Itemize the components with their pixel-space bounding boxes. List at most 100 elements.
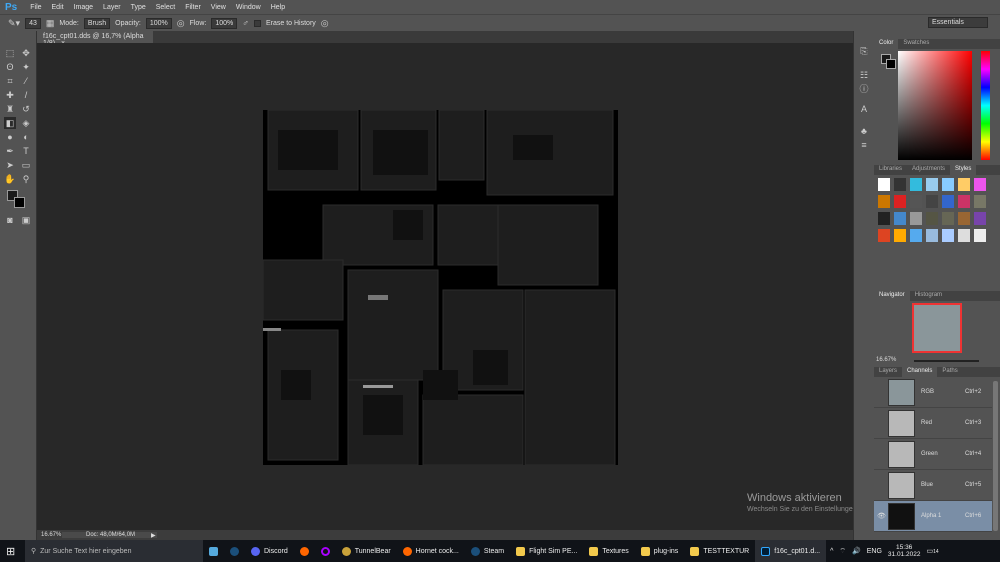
eraser-tool-icon[interactable]: ◧ xyxy=(4,117,16,129)
pressure-opacity-icon[interactable]: ◎ xyxy=(177,18,185,29)
style-swatch[interactable] xyxy=(894,212,906,225)
menu-edit[interactable]: Edit xyxy=(47,4,69,11)
taskbar-circle-app-icon[interactable] xyxy=(315,540,336,562)
channel-row-red[interactable]: Red Ctrl+3 xyxy=(874,408,992,439)
taskbar-firefox-hornet[interactable]: Hornet cock... xyxy=(397,540,465,562)
pressure-size-icon[interactable]: ◎ xyxy=(321,18,329,29)
network-icon[interactable]: ⌔ xyxy=(839,547,846,556)
style-swatch[interactable] xyxy=(958,229,970,242)
style-swatch[interactable] xyxy=(910,212,922,225)
brushes-panel-icon[interactable]: ♣ xyxy=(858,125,870,137)
tab-layers[interactable]: Layers xyxy=(874,367,902,377)
menu-view[interactable]: View xyxy=(206,4,231,11)
erase-to-history-checkbox[interactable] xyxy=(253,19,261,27)
type-tool-icon[interactable]: T xyxy=(20,145,32,157)
taskbar-steam[interactable]: Steam xyxy=(465,540,510,562)
status-menu-arrow-icon[interactable]: ▶ xyxy=(151,532,156,539)
lasso-tool-icon[interactable]: ʘ xyxy=(4,61,16,73)
navigator-zoom[interactable]: 16.67% xyxy=(876,357,896,363)
style-swatch[interactable] xyxy=(958,195,970,208)
style-swatch[interactable] xyxy=(878,195,890,208)
tab-histogram[interactable]: Histogram xyxy=(910,291,947,301)
tray-chevron-icon[interactable]: ^ xyxy=(830,548,833,555)
channels-scrollbar[interactable] xyxy=(993,381,998,531)
tab-paths[interactable]: Paths xyxy=(937,367,962,377)
style-swatch[interactable] xyxy=(942,229,954,242)
workspace-select[interactable]: Essentials xyxy=(928,17,988,28)
taskbar-tunnelbear[interactable]: TunnelBear xyxy=(336,540,397,562)
menu-select[interactable]: Select xyxy=(151,4,180,11)
tab-channels[interactable]: Channels xyxy=(902,367,938,377)
style-swatch[interactable] xyxy=(894,195,906,208)
history-brush-icon[interactable]: ↺ xyxy=(20,103,32,115)
adjust-panel-icon[interactable]: ≡ xyxy=(858,139,870,151)
taskbar-folder-testtextur[interactable]: TESTTEXTUR xyxy=(684,540,755,562)
menu-file[interactable]: File xyxy=(25,4,46,11)
windows-start-icon[interactable]: ⊞ xyxy=(0,540,25,562)
tab-adjustments[interactable]: Adjustments xyxy=(907,165,950,175)
taskbar-photoshop[interactable]: f16c_cpt01.d... xyxy=(755,540,827,562)
tab-color[interactable]: Color xyxy=(874,39,899,49)
taskbar-folder-flightsim[interactable]: Flight Sim PE... xyxy=(510,540,583,562)
eyedropper-icon[interactable]: ⁄ xyxy=(20,75,32,87)
stamp-tool-icon[interactable]: ♜ xyxy=(4,103,16,115)
channel-row-green[interactable]: Green Ctrl+4 xyxy=(874,439,992,470)
style-swatch[interactable] xyxy=(910,229,922,242)
rectangle-tool-icon[interactable]: ▭ xyxy=(20,159,32,171)
opacity-input[interactable]: 100% xyxy=(145,17,172,29)
language-indicator[interactable]: ENG xyxy=(867,548,882,555)
style-swatch[interactable] xyxy=(878,178,890,191)
brush-size-picker[interactable]: 43 xyxy=(25,17,41,29)
airbrush-icon[interactable]: ♂ xyxy=(242,18,249,28)
document-canvas[interactable] xyxy=(262,109,618,466)
channel-row-alpha-1[interactable]: 👁 Alpha 1 Ctrl+6 xyxy=(874,501,992,532)
taskbar-app-icon[interactable] xyxy=(203,540,224,562)
brush-panel-icon[interactable]: ▦ xyxy=(46,18,55,29)
move-tool-icon[interactable]: ✥ xyxy=(20,47,32,59)
hand-tool-icon[interactable]: ✋ xyxy=(4,173,16,185)
canvas-area[interactable]: Windows aktivieren Wechseln Sie zu den E… xyxy=(37,43,944,530)
healing-brush-icon[interactable]: ✚ xyxy=(4,89,16,101)
character-panel-icon[interactable]: A xyxy=(858,103,870,115)
info-panel-icon[interactable]: ⓘ xyxy=(858,83,870,95)
style-swatch[interactable] xyxy=(942,195,954,208)
style-swatch[interactable] xyxy=(958,178,970,191)
menu-help[interactable]: Help xyxy=(266,4,290,11)
tab-libraries[interactable]: Libraries xyxy=(874,165,907,175)
tab-styles[interactable]: Styles xyxy=(950,165,977,175)
properties-panel-icon[interactable]: ☷ xyxy=(858,69,870,81)
flow-input[interactable]: 100% xyxy=(211,17,238,29)
document-tab[interactable]: f16c_cpt01.dds @ 16,7% (Alpha 1/8) × xyxy=(37,31,153,47)
path-select-icon[interactable]: ➤ xyxy=(4,159,16,171)
marquee-tool-icon[interactable]: ⬚ xyxy=(4,47,16,59)
navigator-zoom-slider[interactable] xyxy=(914,360,979,362)
blur-tool-icon[interactable]: ● xyxy=(4,131,16,143)
taskbar-search[interactable]: ⚲ Zur Suche Text hier eingeben xyxy=(25,540,203,562)
style-swatch[interactable] xyxy=(926,212,938,225)
style-swatch[interactable] xyxy=(926,229,938,242)
menu-window[interactable]: Window xyxy=(231,4,266,11)
pen-tool-icon[interactable]: ✒ xyxy=(4,145,16,157)
paint-bucket-icon[interactable]: ◈ xyxy=(20,117,32,129)
channel-row-rgb[interactable]: RGB Ctrl+2 xyxy=(874,377,992,408)
crop-tool-icon[interactable]: ⌗ xyxy=(4,75,16,87)
screen-mode-icon[interactable]: ▣ xyxy=(20,214,32,226)
taskbar-folder-textures[interactable]: Textures xyxy=(583,540,634,562)
style-swatch[interactable] xyxy=(958,212,970,225)
navigator-preview[interactable] xyxy=(912,303,962,353)
history-panel-icon[interactable]: ⎘ xyxy=(858,45,870,57)
menu-type[interactable]: Type xyxy=(126,4,151,11)
style-swatch[interactable] xyxy=(974,212,986,225)
background-color-chip[interactable] xyxy=(886,59,896,69)
style-swatch[interactable] xyxy=(894,229,906,242)
notifications-icon[interactable]: ▭14 xyxy=(926,547,938,555)
menu-image[interactable]: Image xyxy=(69,4,98,11)
brush-tool-icon[interactable]: / xyxy=(20,89,32,101)
clock[interactable]: 15:36 31.01.2022 xyxy=(888,544,921,558)
style-swatch[interactable] xyxy=(926,178,938,191)
dodge-tool-icon[interactable]: ◐ xyxy=(20,131,32,143)
taskbar-discord[interactable]: Discord xyxy=(245,540,294,562)
color-picker-field[interactable] xyxy=(898,51,972,160)
style-swatch[interactable] xyxy=(926,195,938,208)
taskbar-steam-icon[interactable] xyxy=(224,540,245,562)
